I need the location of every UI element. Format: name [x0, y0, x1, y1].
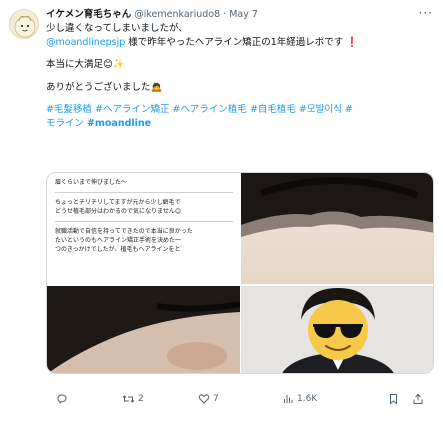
tweet-header: イケメン育毛ちゃん @ikemenkariudo8 · May 7	[46, 9, 413, 21]
text-card-line: 眉くらいまで伸びました～	[55, 179, 128, 186]
action-bar: 2 7 1.6K	[46, 393, 434, 411]
text-card-line: 就職活動で自信を持ってできたので本当に良かった	[55, 228, 193, 235]
heart-icon	[198, 394, 210, 404]
divider	[55, 221, 233, 222]
more-options-icon[interactable]: ···	[419, 6, 433, 20]
text-card-line: つのきっかけでしたが、植毛もヘアラインをと	[55, 246, 181, 253]
text-card-line: どうせ植毛部分はわかるので気になりません😊	[55, 208, 182, 215]
retweet-button[interactable]: 2	[122, 393, 144, 405]
retweet-count: 2	[138, 394, 144, 404]
tweet[interactable]: イケメン育毛ちゃん @ikemenkariudo8 · May 7 ··· 少し…	[0, 0, 443, 423]
retweet-icon	[122, 395, 135, 403]
views-button[interactable]: 1.6K	[282, 393, 317, 405]
reply-icon	[57, 394, 67, 404]
bookmark-button[interactable]	[388, 393, 399, 405]
avatar[interactable]	[9, 9, 39, 39]
exclamation-icon: ❗	[346, 36, 359, 48]
hashtag-link[interactable]: モライン	[46, 118, 84, 129]
separator: ·	[223, 9, 227, 20]
mention-link[interactable]: @moandlinepsjp	[46, 37, 125, 48]
hashtags[interactable]: #毛髪移植 #ヘアライン矯正 #ヘアライン植毛 #自毛植毛 #모발이식 #	[46, 103, 433, 117]
media-grid: 眉くらいまで伸びました～ ちょっとチリチリしてますが元から少し癖毛で どうせ植毛…	[46, 172, 434, 374]
tweet-line: 少し違くなってしまいましたが、	[46, 23, 188, 34]
user-handle[interactable]: @ikemenkariudo8	[134, 9, 220, 20]
media-side-photo[interactable]	[47, 286, 240, 373]
tweet-line: @moandlinepsjp 様で昨年やったヘアライン矯正の1年経過レポです ❗	[46, 36, 433, 50]
like-count: 7	[213, 394, 219, 404]
media-hairline-photo[interactable]	[241, 173, 433, 285]
text-card: 眉くらいまで伸びました～ ちょっとチリチリしてますが元から少し癖毛で どうせ植毛…	[55, 178, 233, 254]
share-button[interactable]	[412, 393, 424, 405]
hashtag-moandline[interactable]: #moandline	[87, 118, 151, 129]
media-text-image[interactable]: 眉くらいまで伸びました～ ちょっとチリチリしてますが元から少し癖毛で どうせ植毛…	[47, 173, 240, 285]
views-chart-icon	[284, 395, 293, 403]
reply-button[interactable]	[56, 393, 71, 405]
tweet-line: 本当に大満足😊✨	[46, 59, 125, 70]
tweet-line-text: 様で昨年やったヘアライン矯正の1年経過レポです	[128, 36, 344, 48]
share-icon	[413, 393, 423, 404]
tweet-text: 少し違くなってしまいましたが、 @moandlinepsjp 様で昨年やったヘア…	[46, 22, 433, 130]
text-card-line: たいというのもヘアライン矯正手術を決めた一	[55, 237, 182, 244]
views-count: 1.6K	[297, 394, 318, 404]
divider	[55, 192, 233, 193]
bookmark-icon	[390, 394, 397, 405]
like-button[interactable]: 7	[198, 393, 219, 405]
media-emoji-face-photo[interactable]	[241, 286, 433, 373]
tweet-line: ありがとうございました🙇	[46, 81, 163, 93]
tweet-date[interactable]: May 7	[229, 9, 258, 20]
display-name[interactable]: イケメン育毛ちゃん	[46, 9, 131, 20]
text-card-line: ちょっとチリチリしてますが元から少し癖毛で	[55, 199, 181, 206]
hashtags-line-2: モライン #moandline	[46, 117, 433, 131]
